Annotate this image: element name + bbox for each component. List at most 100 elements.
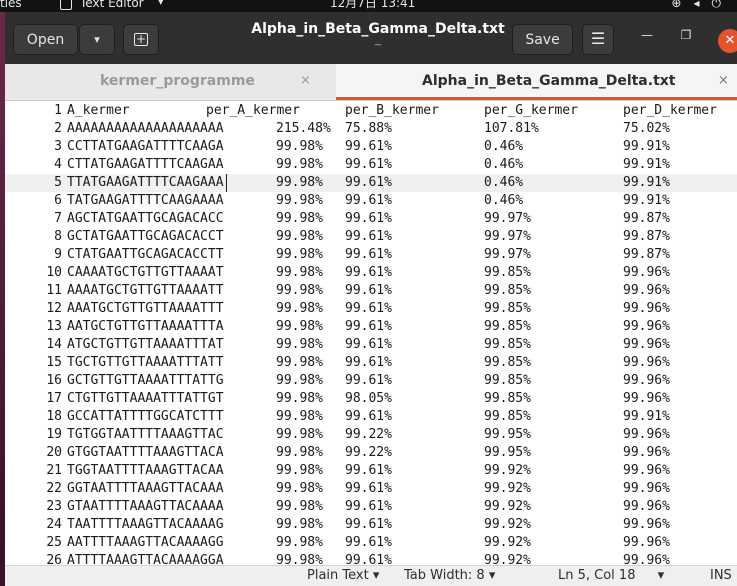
text-line[interactable]: 13 AATGCTGTTGTTAAAATTTA 99.98% 99.61% 99.85%… xyxy=(5,318,737,336)
per-d-cell: 99.91% xyxy=(623,193,670,208)
per-a-cell: 99.98% xyxy=(276,211,323,226)
per-a-cell: 99.98% xyxy=(276,283,323,298)
text-line[interactable]: 10 CAAAATGCTGTTGTTAAAAT 99.98% 99.61% 99.85%… xyxy=(5,264,737,282)
per-g-cell: 99.85% xyxy=(484,337,531,352)
text-line[interactable]: 2 AAAAAAAAAAAAAAAAAAAA 215.48% 75.88% 107.81… xyxy=(5,120,737,138)
text-line[interactable]: 14 ATGCTGTTGTTAAAATTTAT 99.98% 99.61% 99.85%… xyxy=(5,336,737,354)
per-b-cell: 99.61% xyxy=(345,319,392,334)
per-d-cell: 99.91% xyxy=(623,157,670,172)
cursor-position-label: Ln 5, Col 18 xyxy=(558,568,636,583)
text-line[interactable]: 26 ATTTTAAAGTTACAAAAGGA 99.98% 99.61% 99.92%… xyxy=(5,552,737,565)
tab-label: kermer_programme xyxy=(100,73,255,89)
text-line[interactable]: 11 AAAATGCTGTTGTTAAAATT 99.98% 99.61% 99.85%… xyxy=(5,282,737,300)
per-b-cell: 98.05% xyxy=(345,391,392,406)
text-line[interactable]: 8 GCTATGAATTGCAGACACCT 99.98% 99.61% 99.97% 9… xyxy=(5,228,737,246)
text-line[interactable]: 22 GGTAATTTTAAAGTTACAAA 99.98% 99.61% 99.92%… xyxy=(5,480,737,498)
per-b-cell: per_B_kermer xyxy=(345,103,439,118)
hamburger-menu-icon[interactable]: ☰ xyxy=(582,24,614,55)
tab-close-icon[interactable]: × xyxy=(718,64,729,98)
text-line[interactable]: 6 TATGAAGATTTTCAAGAAAA 99.98% 99.61% 0.46% 99… xyxy=(5,192,737,210)
per-a-cell: 99.98% xyxy=(276,373,323,388)
open-button[interactable]: Open xyxy=(13,24,78,55)
app-menu-label[interactable]: Text Editor xyxy=(80,0,144,9)
save-button[interactable]: Save xyxy=(512,24,573,55)
per-a-cell: 99.98% xyxy=(276,193,323,208)
line-number: 9 xyxy=(54,247,62,262)
text-line[interactable]: 24 TAATTTTAAAGTTACAAAAG 99.98% 99.61% 99.92%… xyxy=(5,516,737,534)
text-line[interactable]: 4 CTTATGAAGATTTTCAAGAA 99.98% 99.61% 0.46% 99… xyxy=(5,156,737,174)
line-number: 25 xyxy=(46,535,62,550)
per-b-cell: 99.61% xyxy=(345,247,392,262)
text-line[interactable]: 21 TGGTAATTTTAAAGTTACAA 99.98% 99.61% 99.92%… xyxy=(5,462,737,480)
per-d-cell: 99.96% xyxy=(623,391,670,406)
per-d-cell: 99.96% xyxy=(623,535,670,550)
text-line[interactable]: 20 GTGGTAATTTTAAAGTTACA 99.98% 99.22% 99.95%… xyxy=(5,444,737,462)
per-g-cell: 99.92% xyxy=(484,481,531,496)
plus-icon: + xyxy=(135,32,147,46)
per-b-cell: 99.61% xyxy=(345,175,392,190)
text-line[interactable]: 15 TGCTGTTGTTAAAATTTATT 99.98% 99.61% 99.85%… xyxy=(5,354,737,372)
insert-mode-indicator[interactable]: INS xyxy=(710,566,732,586)
text-line[interactable]: 19 TGTGGTAATTTTAAAGTTAC 99.98% 99.22% 99.95%… xyxy=(5,426,737,444)
minimize-icon[interactable]: — xyxy=(637,28,657,42)
sequence-cell: CAAAATGCTGTTGTTAAAAT xyxy=(67,265,224,280)
cursor-position-button[interactable]: Ln 5, Col 18 ▾ xyxy=(558,566,664,586)
per-a-cell: 99.98% xyxy=(276,265,323,280)
header-line[interactable]: 1 A_kermer per_A_kermer per_B_kermer per_G_k… xyxy=(5,102,737,120)
sequence-cell: TTATGAAGATTTTCAAGAAA xyxy=(67,175,224,190)
clock[interactable]: 12月7日 13:41 xyxy=(330,0,415,9)
sequence-cell: GCTATGAATTGCAGACACCT xyxy=(67,229,224,244)
sequence-cell: GTGGTAATTTTAAAGTTACA xyxy=(67,445,224,460)
per-g-cell: 99.97% xyxy=(484,229,531,244)
line-number: 18 xyxy=(46,409,62,424)
tab-kermer-programme[interactable]: kermer_programme × xyxy=(5,64,336,100)
per-g-cell: 0.46% xyxy=(484,157,524,172)
per-b-cell: 99.61% xyxy=(345,157,392,172)
sequence-cell: ATTTTAAAGTTACAAAAGGA xyxy=(67,553,224,565)
text-line[interactable]: 9 CTATGAATTGCAGACACCTT 99.98% 99.61% 99.97% 9… xyxy=(5,246,737,264)
text-view[interactable]: 1 A_kermer per_A_kermer per_B_kermer per_G_k… xyxy=(5,101,737,565)
text-line[interactable]: 5 TTATGAAGATTTTCAAGAAA 99.98% 99.61% 0.46% 99… xyxy=(5,174,737,192)
text-line[interactable]: 18 GCCATTATTTTGGCATCTTT 99.98% 99.61% 99.85%… xyxy=(5,408,737,426)
new-tab-button[interactable]: + xyxy=(123,24,159,55)
per-d-cell: 99.96% xyxy=(623,301,670,316)
activities-button[interactable]: ties xyxy=(0,0,22,9)
open-dropdown-button[interactable]: ▾ xyxy=(79,24,115,55)
status-bar: Plain Text ▾ Tab Width: 8 ▾ Ln 5, Col 18… xyxy=(5,565,737,586)
per-d-cell: 75.02% xyxy=(623,121,670,136)
sequence-cell: TGTGGTAATTTTAAAGTTAC xyxy=(67,427,224,442)
sequence-cell: CTATGAATTGCAGACACCTT xyxy=(67,247,224,262)
network-icon[interactable]: ⊕ xyxy=(671,0,693,10)
text-line[interactable]: 12 AAATGCTGTTGTTAAAATTT 99.98% 99.61% 99.85%… xyxy=(5,300,737,318)
close-window-icon[interactable]: ✕ xyxy=(718,29,737,53)
per-d-cell: 99.96% xyxy=(623,553,670,565)
line-number: 14 xyxy=(46,337,62,352)
per-b-cell: 75.88% xyxy=(345,121,392,136)
line-number: 4 xyxy=(54,157,62,172)
per-d-cell: 99.96% xyxy=(623,265,670,280)
tab-alpha-in-beta-gamma-delta[interactable]: Alpha_in_Beta_Gamma_Delta.txt × xyxy=(336,64,737,100)
app-menu-caret-icon[interactable]: ▾ xyxy=(158,0,164,8)
per-a-cell: 99.98% xyxy=(276,319,323,334)
line-number: 26 xyxy=(46,553,62,565)
chevron-down-icon: ▾ xyxy=(657,568,665,583)
power-icon[interactable]: ⏻ xyxy=(712,0,734,10)
text-line[interactable]: 16 GCTGTTGTTAAAATTTATTG 99.98% 99.61% 99.85%… xyxy=(5,372,737,390)
per-d-cell: 99.87% xyxy=(623,229,670,244)
text-line[interactable]: 3 CCTTATGAAGATTTTCAAGA 99.98% 99.61% 0.46% 99… xyxy=(5,138,737,156)
text-line[interactable]: 17 CTGTTGTTAAAATTTATTGT 99.98% 98.05% 99.85%… xyxy=(5,390,737,408)
text-line[interactable]: 25 AATTTTAAAGTTACAAAAGG 99.98% 99.61% 99.92%… xyxy=(5,534,737,552)
per-a-cell: 99.98% xyxy=(276,229,323,244)
text-line[interactable]: 7 AGCTATGAATTGCAGACACC 99.98% 99.61% 99.97% 9… xyxy=(5,210,737,228)
tab-close-icon[interactable]: × xyxy=(300,64,311,98)
maximize-icon[interactable]: ❐ xyxy=(676,28,696,42)
text-line[interactable]: 23 GTAATTTTAAAGTTACAAAA 99.98% 99.61% 99.92%… xyxy=(5,498,737,516)
language-selector[interactable]: Plain Text ▾ xyxy=(307,566,379,586)
per-g-cell: 99.92% xyxy=(484,463,531,478)
line-number: 16 xyxy=(46,373,62,388)
volume-icon[interactable]: ◂ xyxy=(693,0,711,10)
system-tray[interactable]: ⊕◂⏻ xyxy=(671,0,733,9)
tab-width-selector[interactable]: Tab Width: 8 ▾ xyxy=(404,566,495,586)
sequence-cell: AATGCTGTTGTTAAAATTTA xyxy=(67,319,224,334)
text-editor-window: Open ▾ + Alpha_in_Beta_Gamma_Delta.txt ~… xyxy=(5,12,737,586)
